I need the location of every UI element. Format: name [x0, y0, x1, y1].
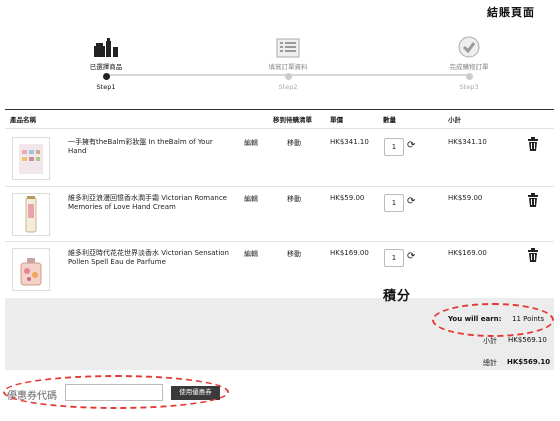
quantity-input[interactable]: 1 — [384, 138, 404, 156]
product-name-link[interactable]: 維多利亞時代花花世界淡香水 Victorian Sensation Pollen… — [68, 249, 233, 267]
total-value: HK$569.10 — [507, 358, 551, 366]
trash-icon[interactable] — [527, 137, 539, 153]
points-highlight-oval — [432, 303, 554, 337]
total-label: 總計 — [483, 359, 497, 367]
move-to-wishlist-link[interactable]: 移動 — [287, 194, 301, 204]
step-1-dot — [102, 73, 110, 80]
checkout-stepper: 已選擇商品 Step1 填寫訂單資料 Step2 完成購物訂單 Step3 — [0, 30, 560, 95]
row-divider — [5, 241, 554, 242]
line-subtotal: HK$169.00 — [448, 249, 487, 257]
unit-price: HK$59.00 — [330, 194, 365, 202]
unit-price: HK$341.10 — [330, 138, 369, 146]
product-thumbnail[interactable] — [12, 248, 50, 291]
header-subtotal: 小計 — [448, 116, 461, 124]
edit-link[interactable]: 編輯 — [244, 138, 258, 148]
form-icon — [238, 30, 338, 58]
edit-link[interactable]: 編輯 — [244, 249, 258, 259]
unit-price: HK$169.00 — [330, 249, 369, 257]
product-name-link[interactable]: 一手擁有theBalm彩妝盤 In theBalm of Your Hand — [68, 138, 233, 156]
edit-link[interactable]: 編輯 — [244, 194, 258, 204]
step-3-dot — [465, 73, 473, 80]
trash-icon[interactable] — [527, 193, 539, 209]
coupon-highlight-oval — [3, 375, 229, 409]
quantity-input[interactable]: 1 — [384, 249, 404, 267]
row-divider — [5, 128, 554, 129]
step-2-dot — [284, 73, 292, 80]
step-1: 已選擇商品 Step1 — [56, 30, 156, 91]
row-divider — [5, 186, 554, 187]
step-2-number: Step2 — [278, 83, 298, 91]
refresh-icon[interactable]: ⟳ — [407, 196, 415, 207]
header-product-name: 產品名稱 — [10, 116, 36, 124]
refresh-icon[interactable]: ⟳ — [407, 140, 415, 151]
step-3-label: 完成購物訂單 — [449, 63, 489, 71]
move-to-wishlist-link[interactable]: 移動 — [287, 138, 301, 148]
step-3-number: Step3 — [459, 83, 479, 91]
product-name-link[interactable]: 維多利亞浪漫回憶香水潤手霜 Victorian Romance Memories… — [68, 194, 233, 212]
line-subtotal: HK$59.00 — [448, 194, 483, 202]
step-1-number: Step1 — [96, 83, 116, 91]
product-thumbnail[interactable] — [12, 193, 50, 236]
subtotal-label: 小計 — [483, 337, 497, 345]
step-1-label: 已選擇商品 — [89, 63, 123, 71]
refresh-icon[interactable]: ⟳ — [407, 251, 415, 262]
checkmark-icon — [419, 30, 519, 58]
step-3: 完成購物訂單 Step3 — [419, 30, 519, 91]
points-note: 積分 — [383, 289, 412, 304]
products-icon — [56, 30, 156, 58]
subtotal-value: HK$569.10 — [508, 336, 547, 344]
move-to-wishlist-link[interactable]: 移動 — [287, 249, 301, 259]
table-top-border — [5, 109, 554, 110]
line-subtotal: HK$341.10 — [448, 138, 487, 146]
header-wishlist: 移到待購清單 — [273, 116, 312, 124]
step-2-label: 填寫訂單資料 — [268, 63, 308, 71]
header-price: 單價 — [330, 116, 343, 124]
checkout-page-note: 結賬頁面 — [487, 6, 535, 19]
product-thumbnail[interactable] — [12, 137, 50, 180]
trash-icon[interactable] — [527, 248, 539, 264]
step-2: 填寫訂單資料 Step2 — [238, 30, 338, 91]
quantity-input[interactable]: 1 — [384, 194, 404, 212]
header-qty: 數量 — [383, 116, 396, 124]
